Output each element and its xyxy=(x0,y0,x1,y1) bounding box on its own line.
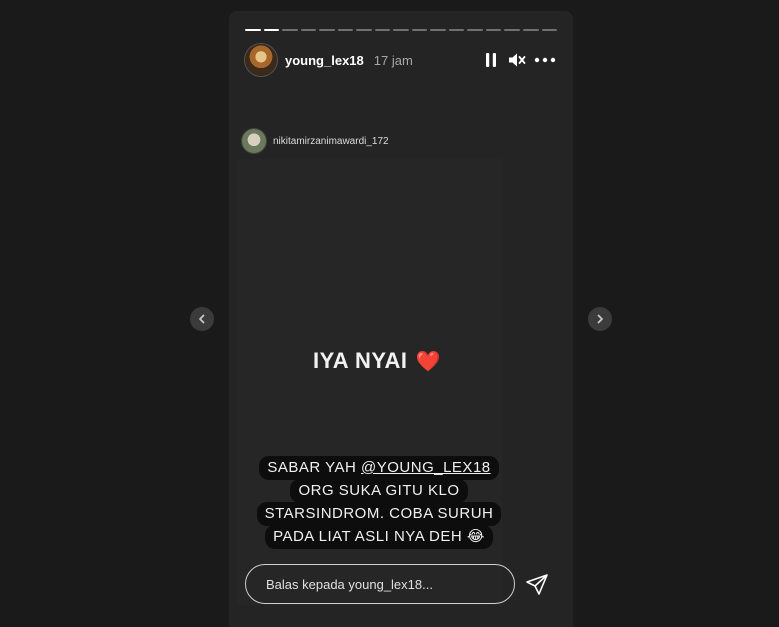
caption-line: STARSINDROM. COBA SURUH xyxy=(256,502,502,526)
progress-segment xyxy=(430,29,446,31)
progress-segment xyxy=(282,29,298,31)
reply-input[interactable]: Balas kepada young_lex18... xyxy=(245,564,515,604)
story-caption: SABAR YAH @YOUNG_LEX18 ORG SUKA GITU KLO… xyxy=(243,456,515,549)
progress-segment xyxy=(374,29,391,31)
progress-segment xyxy=(356,29,372,31)
progress-segment xyxy=(319,29,335,31)
chevron-left-icon xyxy=(199,314,205,324)
progress-segment xyxy=(448,29,465,31)
send-icon xyxy=(526,574,548,595)
chevron-right-icon xyxy=(597,314,603,324)
pause-button[interactable] xyxy=(481,50,501,70)
story-viewer: young_lex18 17 jam nikitamirzanimawardi_… xyxy=(229,11,573,627)
reply-placeholder: Balas kepada young_lex18... xyxy=(266,576,433,592)
mute-button[interactable] xyxy=(507,50,527,70)
progress-segment xyxy=(485,29,502,31)
next-story-button[interactable] xyxy=(588,307,612,331)
caption-line: ORG SUKA GITU KLO xyxy=(290,479,468,503)
progress-segment xyxy=(300,29,317,31)
story-main-text: IYA NYAI ❤️ xyxy=(313,348,441,374)
story-username[interactable]: young_lex18 xyxy=(285,53,364,68)
progress-segment xyxy=(467,29,483,31)
send-button[interactable] xyxy=(525,573,549,597)
shared-post-header: nikitamirzanimawardi_172 xyxy=(242,129,389,153)
progress-segment xyxy=(504,29,520,31)
shared-avatar[interactable] xyxy=(242,129,266,153)
progress-segment xyxy=(263,29,280,31)
heart-icon: ❤️ xyxy=(415,351,441,373)
previous-story-button[interactable] xyxy=(190,307,214,331)
volume-muted-icon xyxy=(509,53,526,67)
mention-link[interactable]: @YOUNG_LEX18 xyxy=(361,459,491,476)
story-progress-bar xyxy=(245,29,558,31)
progress-segment xyxy=(393,29,409,31)
more-options-icon xyxy=(534,57,556,63)
pause-icon xyxy=(486,53,496,67)
progress-segment xyxy=(337,29,354,31)
story-timestamp: 17 jam xyxy=(373,52,413,68)
avatar[interactable] xyxy=(245,44,277,76)
story-header: young_lex18 17 jam xyxy=(245,44,557,76)
more-options-button[interactable] xyxy=(533,50,557,70)
shared-username[interactable]: nikitamirzanimawardi_172 xyxy=(273,136,389,147)
progress-segment xyxy=(245,29,261,31)
progress-segment xyxy=(522,29,539,31)
main-text-label: IYA NYAI xyxy=(313,348,408,373)
progress-segment xyxy=(411,29,428,31)
caption-text: SABAR YAH xyxy=(267,459,362,476)
caption-line: PADA LIAT ASLI NYA DEH 😂 xyxy=(265,525,493,549)
caption-line: SABAR YAH @YOUNG_LEX18 xyxy=(259,456,499,480)
progress-segment xyxy=(541,29,558,31)
